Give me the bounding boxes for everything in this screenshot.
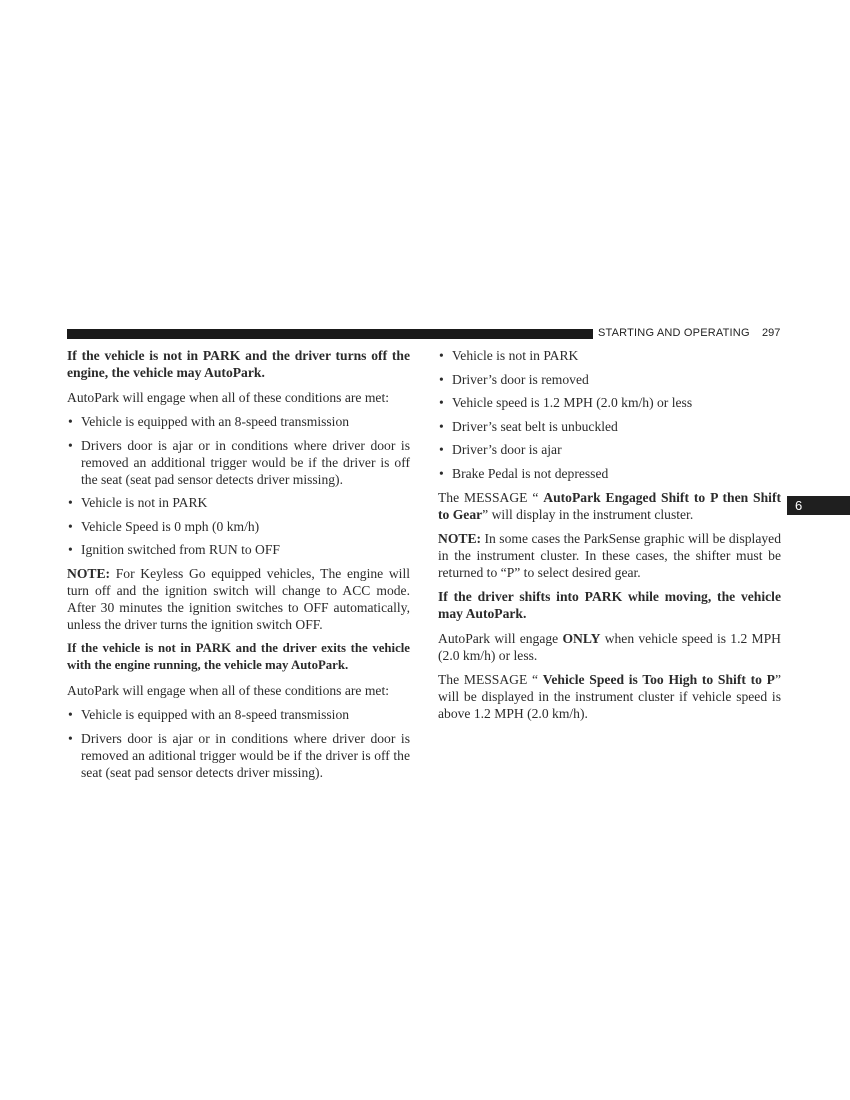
note-text: For Keyless Go equipped vehicles, The en… bbox=[67, 566, 410, 633]
heading-engine-off: If the vehicle is not in PARK and the dr… bbox=[67, 348, 410, 380]
note-label: NOTE: bbox=[67, 566, 111, 582]
message-speed-too-high: The MESSAGE “ Vehicle Speed is Too High … bbox=[438, 671, 781, 722]
chapter-tab: 6 bbox=[787, 496, 850, 515]
message-suffix: ” will display in the instrument cluster… bbox=[482, 506, 694, 522]
list-item: Drivers door is ajar or in conditions wh… bbox=[67, 437, 410, 488]
note-parksense: NOTE: In some cases the ParkSense graphi… bbox=[438, 530, 781, 581]
list-item: Vehicle Speed is 0 mph (0 km/h) bbox=[67, 518, 410, 535]
heading-shift-while-moving: If the driver shifts into PARK while mov… bbox=[438, 588, 781, 621]
list-item: Vehicle is equipped with an 8-speed tran… bbox=[67, 706, 410, 723]
conditions-list-3: Vehicle is not in PARK Driver’s door is … bbox=[438, 347, 781, 482]
conditions-list-2: Vehicle is equipped with an 8-speed tran… bbox=[67, 706, 410, 781]
list-item: Driver’s door is removed bbox=[438, 371, 781, 388]
list-item: Vehicle is not in PARK bbox=[67, 494, 410, 511]
note-keyless-go: NOTE: For Keyless Go equipped vehicles, … bbox=[67, 565, 410, 633]
conditions-intro-2: AutoPark will engage when all of these c… bbox=[67, 683, 390, 699]
header-rule bbox=[67, 329, 593, 339]
heading-driver-exits: If the vehicle is not in PARK and the dr… bbox=[67, 641, 410, 673]
conditions-list: Vehicle is equipped with an 8-speed tran… bbox=[67, 413, 410, 558]
conditions-intro: AutoPark will engage when all of these c… bbox=[67, 390, 390, 405]
message-autopark-engaged: The MESSAGE “ AutoPark Engaged Shift to … bbox=[438, 489, 781, 523]
list-item: Ignition switched from RUN to OFF bbox=[67, 541, 410, 558]
message-prefix: The MESSAGE “ bbox=[438, 671, 543, 687]
list-item: Vehicle is not in PARK bbox=[438, 347, 781, 364]
message-prefix: The MESSAGE “ bbox=[438, 489, 544, 505]
list-item: Driver’s seat belt is unbuckled bbox=[438, 418, 781, 435]
engage-only-paragraph: AutoPark will engage ONLY when vehicle s… bbox=[438, 630, 781, 664]
list-item: Brake Pedal is not depressed bbox=[438, 465, 781, 482]
note-text: In some cases the ParkSense graphic will… bbox=[438, 530, 781, 580]
message-text: Vehicle Speed is Too High to Shift to P bbox=[542, 671, 775, 687]
list-item: Vehicle speed is 1.2 MPH (2.0 km/h) or l… bbox=[438, 394, 781, 411]
list-item: Drivers door is ajar or in conditions wh… bbox=[67, 730, 410, 781]
right-column: Vehicle is not in PARK Driver’s door is … bbox=[438, 347, 781, 729]
engage-prefix: AutoPark will engage bbox=[438, 630, 563, 646]
page-number: 297 bbox=[762, 327, 781, 339]
left-column: If the vehicle is not in PARK and the dr… bbox=[67, 347, 410, 788]
list-item: Vehicle is equipped with an 8-speed tran… bbox=[67, 413, 410, 430]
section-title: STARTING AND OPERATING bbox=[598, 327, 750, 339]
chapter-number: 6 bbox=[795, 498, 803, 513]
note-label: NOTE: bbox=[438, 530, 482, 546]
engage-emphasis: ONLY bbox=[562, 630, 601, 646]
list-item: Driver’s door is ajar bbox=[438, 441, 781, 458]
